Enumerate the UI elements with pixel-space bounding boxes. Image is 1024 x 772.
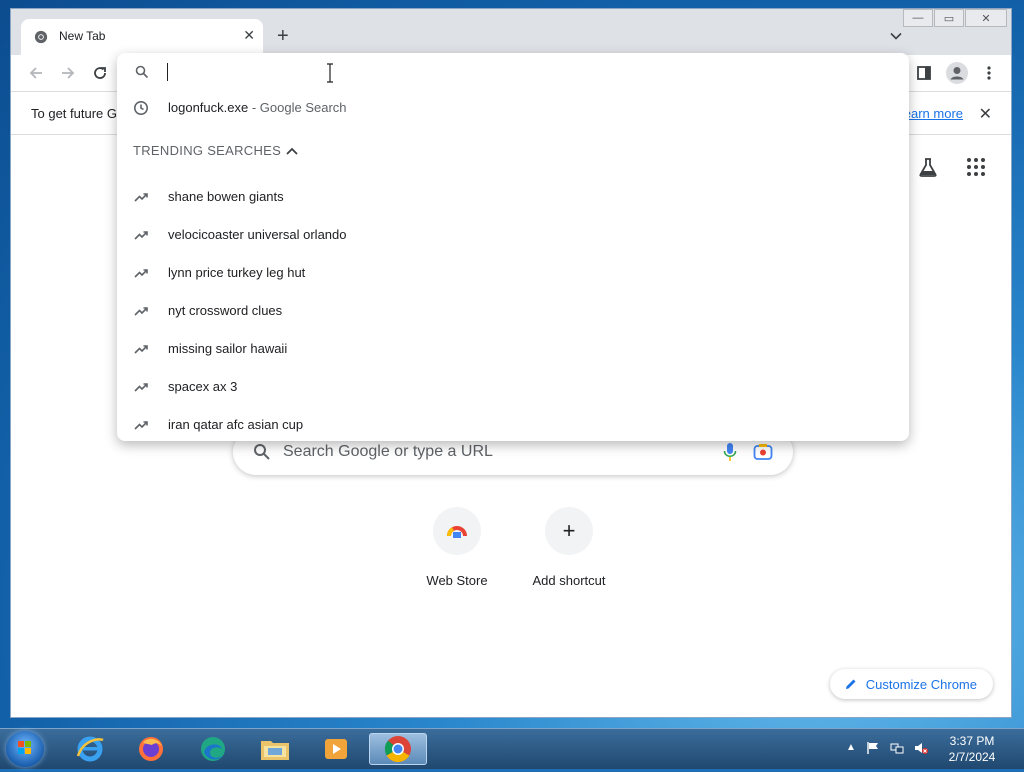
chevron-down-icon[interactable] — [889, 29, 903, 43]
file-explorer-icon[interactable] — [253, 733, 297, 765]
network-icon[interactable] — [890, 741, 904, 755]
edge-icon[interactable] — [191, 733, 235, 765]
clock-time: 3:37 PM — [949, 734, 995, 748]
trending-suggestion-text: iran qatar afc asian cup — [168, 417, 304, 432]
clock-date: 2/7/2024 — [948, 750, 996, 764]
trending-arrow-icon — [134, 269, 148, 278]
shortcut-label: Web Store — [426, 573, 488, 588]
trending-arrow-icon — [134, 345, 148, 354]
shortcut-web-store[interactable]: Web Store — [402, 507, 512, 588]
tab-new-tab[interactable]: New Tab ✕ — [21, 19, 263, 55]
info-bar-text: To get future G — [31, 106, 117, 121]
maximize-button[interactable]: ▭ — [934, 9, 964, 27]
system-tray: ▲ 3:37 PM 2/7/2024 — [824, 729, 1024, 769]
tab-title: New Tab — [59, 29, 106, 43]
forward-arrow-icon[interactable] — [59, 64, 77, 82]
shortcut-label: Add shortcut — [532, 573, 606, 588]
chrome-icon[interactable] — [369, 733, 427, 765]
customize-chrome-button[interactable]: Customize Chrome — [829, 669, 993, 699]
trending-arrow-icon — [134, 231, 148, 240]
start-button[interactable] — [6, 731, 44, 767]
trending-arrow-icon — [134, 193, 148, 202]
labs-flask-icon[interactable] — [917, 156, 939, 178]
volume-muted-icon[interactable] — [914, 741, 928, 755]
trending-suggestion-text: lynn price turkey leg hut — [168, 265, 306, 280]
trending-suggestion[interactable]: spacex ax 3 — [117, 368, 909, 406]
web-store-icon — [433, 507, 481, 555]
voice-search-icon[interactable] — [723, 442, 737, 462]
taskbar: ▲ 3:37 PM 2/7/2024 — [0, 728, 1024, 769]
info-bar-close-icon[interactable]: ✕ — [979, 104, 992, 124]
trending-suggestion-text: spacex ax 3 — [168, 379, 238, 394]
window-controls: — ▭ ✕ — [902, 9, 1007, 29]
apps-grid-icon[interactable] — [966, 157, 986, 177]
omnibox-input[interactable] — [117, 53, 909, 93]
history-clock-icon — [134, 101, 148, 115]
trending-suggestion[interactable]: velocicoaster universal orlando — [117, 216, 909, 254]
firefox-icon[interactable] — [129, 733, 173, 765]
profile-avatar-icon[interactable] — [946, 62, 968, 84]
trending-suggestion-text: missing sailor hawaii — [168, 341, 288, 356]
plus-icon: + — [545, 507, 593, 555]
search-icon — [135, 65, 149, 79]
trending-suggestion-text: shane bowen giants — [168, 189, 284, 204]
trending-suggestion[interactable]: lynn price turkey leg hut — [117, 254, 909, 292]
side-panel-icon[interactable] — [915, 64, 933, 82]
trending-arrow-icon — [134, 307, 148, 316]
chrome-favicon-icon — [34, 30, 48, 44]
trending-arrow-icon — [134, 421, 148, 430]
trending-suggestion-text: nyt crossword clues — [168, 303, 283, 318]
windows-logo-icon — [18, 741, 31, 754]
internet-explorer-icon[interactable] — [68, 733, 112, 765]
back-arrow-icon[interactable] — [27, 64, 45, 82]
new-tab-button[interactable]: + — [277, 26, 289, 46]
ntp-search-placeholder: Search Google or type a URL — [283, 443, 493, 460]
trending-suggestion[interactable]: nyt crossword clues — [117, 292, 909, 330]
trending-suggestion[interactable]: missing sailor hawaii — [117, 330, 909, 368]
clock[interactable]: 3:37 PM 2/7/2024 — [942, 733, 1002, 765]
image-search-icon[interactable] — [753, 443, 773, 461]
ibeam-cursor-icon — [327, 63, 333, 83]
kebab-menu-icon[interactable] — [980, 64, 998, 82]
pencil-icon — [845, 679, 856, 689]
learn-more-link[interactable]: earn more — [904, 106, 963, 121]
search-icon — [254, 444, 270, 460]
flag-icon[interactable] — [866, 741, 880, 755]
chrome-window: — ▭ ✕ New Tab ✕ + To get future G earn m… — [10, 8, 1012, 718]
trending-arrow-icon — [134, 383, 148, 392]
trending-header: TRENDING SEARCHES — [133, 143, 282, 158]
customize-chrome-label: Customize Chrome — [865, 676, 977, 692]
text-caret — [167, 63, 168, 81]
history-suggestion-suffix: - Google Search — [248, 100, 347, 115]
tab-strip: — ▭ ✕ New Tab ✕ + — [11, 9, 1011, 55]
history-suggestion[interactable]: logonfuck.exe - Google Search — [117, 89, 909, 127]
trending-suggestion-text: velocicoaster universal orlando — [168, 227, 347, 242]
reload-icon[interactable] — [91, 64, 109, 82]
show-hidden-icons-icon[interactable]: ▲ — [846, 742, 860, 756]
trending-suggestion[interactable]: iran qatar afc asian cup — [117, 406, 909, 444]
history-suggestion-query: logonfuck.exe — [168, 100, 249, 115]
tab-close-icon[interactable]: ✕ — [243, 27, 255, 44]
minimize-button[interactable]: — — [903, 9, 933, 27]
trending-suggestion[interactable]: shane bowen giants — [117, 178, 909, 216]
media-player-icon[interactable] — [314, 733, 358, 765]
close-window-button[interactable]: ✕ — [965, 9, 1007, 27]
chevron-up-icon[interactable] — [285, 145, 299, 157]
omnibox-dropdown: logonfuck.exe - Google Search TRENDING S… — [117, 53, 909, 441]
shortcut-add[interactable]: + Add shortcut — [514, 507, 624, 588]
